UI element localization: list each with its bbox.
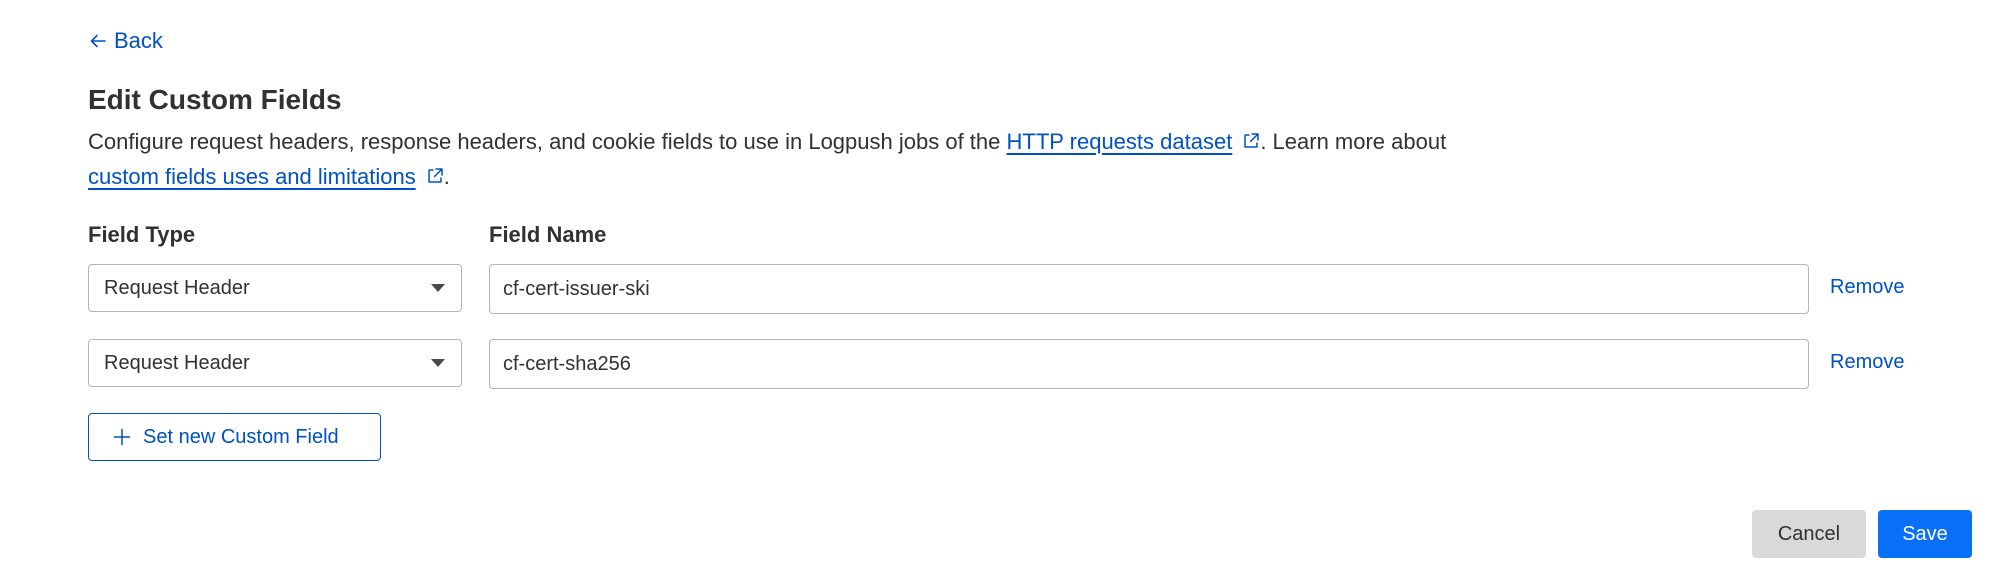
custom-fields-limitations-link[interactable]: custom fields uses and limitations [88,164,416,189]
arrow-left-icon [90,34,106,48]
set-new-custom-field-button[interactable]: Set new Custom Field [88,413,381,461]
field-type-select-value: Request Header [104,351,250,374]
field-type-column-label: Field Type [88,222,196,247]
caret-down-icon [431,359,445,367]
back-link[interactable]: Back [88,28,163,54]
field-type-select[interactable]: Request Header [88,264,462,312]
remove-field-link[interactable]: Remove [1830,276,1904,299]
back-link-label: Back [114,28,163,53]
cancel-button[interactable]: Cancel [1752,510,1866,558]
description-text-2: . Learn more about [1260,129,1447,154]
set-new-custom-field-label: Set new Custom Field [143,425,339,448]
description-text-3: . [443,164,450,189]
custom-field-row: Request Header Remove [88,264,1968,316]
edit-custom-fields-page: Back Edit Custom Fields Configure reques… [0,0,1999,587]
description-text-1: Configure request headers, response head… [88,129,1007,154]
plus-icon [113,428,131,446]
field-name-column-label: Field Name [489,222,607,247]
external-link-icon [1244,133,1260,148]
field-type-select[interactable]: Request Header [88,339,462,387]
external-link-icon [427,168,443,183]
http-requests-dataset-link[interactable]: HTTP requests dataset [1007,129,1233,154]
field-type-select-value: Request Header [104,276,250,299]
caret-down-icon [431,284,445,292]
remove-field-link[interactable]: Remove [1830,351,1904,374]
custom-field-row: Request Header Remove [88,339,1968,391]
page-description: Configure request headers, response head… [88,124,1648,194]
save-button[interactable]: Save [1878,510,1972,558]
field-name-input[interactable] [489,339,1809,389]
page-title: Edit Custom Fields [88,84,342,115]
field-name-input[interactable] [489,264,1809,314]
